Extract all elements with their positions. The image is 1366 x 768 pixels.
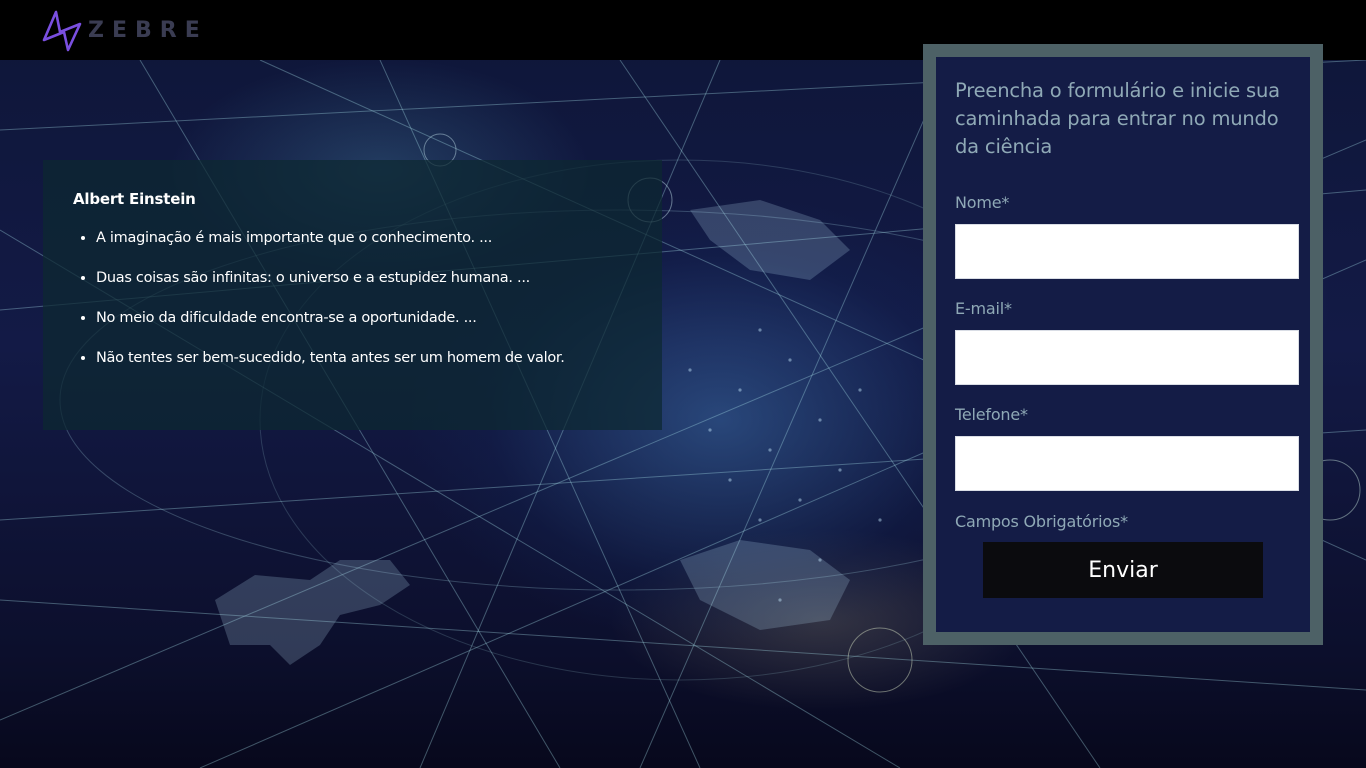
quote-item: Duas coisas são infinitas: o universo e … — [96, 258, 632, 298]
name-field[interactable] — [955, 224, 1299, 279]
phone-field[interactable] — [955, 436, 1299, 491]
submit-button[interactable]: Enviar — [983, 542, 1263, 598]
form-frame: Preencha o formulário e inicie sua camin… — [923, 44, 1323, 645]
email-field[interactable] — [955, 330, 1299, 385]
quote-panel: Albert Einstein A imaginação é mais impo… — [43, 160, 662, 430]
quote-item: No meio da dificuldade encontra-se a opo… — [96, 298, 632, 338]
quote-author: Albert Einstein — [73, 190, 196, 208]
name-label: Nome* — [955, 193, 1010, 212]
required-fields-note: Campos Obrigatórios* — [955, 512, 1128, 531]
brand-logo[interactable]: ZEBRE — [42, 10, 208, 52]
quote-item: Não tentes ser bem-sucedido, tenta antes… — [96, 338, 632, 378]
email-label: E-mail* — [955, 299, 1012, 318]
quote-item: A imaginação é mais importante que o con… — [96, 218, 632, 258]
brand-name: ZEBRE — [88, 17, 208, 43]
zebre-logo-icon — [42, 10, 82, 52]
phone-label: Telefone* — [955, 405, 1028, 424]
form-heading: Preencha o formulário e inicie sua camin… — [955, 79, 1280, 158]
signup-form: Preencha o formulário e inicie sua camin… — [936, 57, 1310, 632]
quote-list: A imaginação é mais importante que o con… — [73, 218, 632, 378]
